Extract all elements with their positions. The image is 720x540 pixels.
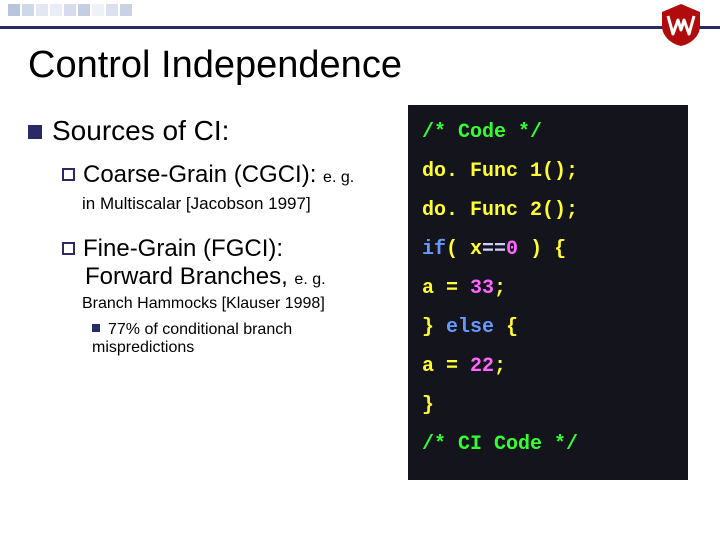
code-block: /* Code */ do. Func 1(); do. Func 2(); i… [408,105,688,480]
sources-heading: Sources of CI: [28,115,398,147]
fgci-label: Fine-Grain (FGCI): [83,235,283,262]
cgci-suffix: e. g. [323,169,354,186]
hollow-bullet-icon [62,168,75,181]
fgci-suffix: e. g. [294,271,325,288]
slide-title: Control Independence [28,44,710,87]
decorative-squares [0,0,160,16]
code-line: a = 22; [422,347,674,386]
stat-line: 77% of conditional branch mispredictions [92,321,398,357]
code-line: } else { [422,308,674,347]
top-decoration [0,0,720,26]
code-line: if( x==0 ) { [422,230,674,269]
code-line: } [422,386,674,425]
small-bullet-icon [92,324,100,332]
code-line: a = 33; [422,269,674,308]
code-line: do. Func 2(); [422,191,674,230]
code-comment: /* Code */ [422,121,542,144]
code-line: do. Func 1(); [422,152,674,191]
sources-text: Sources of CI: [52,115,229,146]
code-comment: /* CI Code */ [422,433,578,456]
wisconsin-logo [654,2,708,48]
coarse-grain-item: Coarse-Grain (CGCI): e. g. [62,161,398,189]
cgci-note: in Multiscalar [Jacobson 1997] [82,193,398,215]
fgci-line2: Forward Branches, [85,263,288,290]
bullet-icon [28,125,42,139]
fgci-note: Branch Hammocks [Klauser 1998] [82,295,398,313]
stat-text: 77% of conditional branch mispredictions [92,321,292,356]
cgci-label: Coarse-Grain (CGCI): [83,161,316,188]
hollow-bullet-icon [62,242,75,255]
fine-grain-item: Fine-Grain (FGCI): Forward Branches, e. … [62,235,398,291]
divider [0,26,720,29]
